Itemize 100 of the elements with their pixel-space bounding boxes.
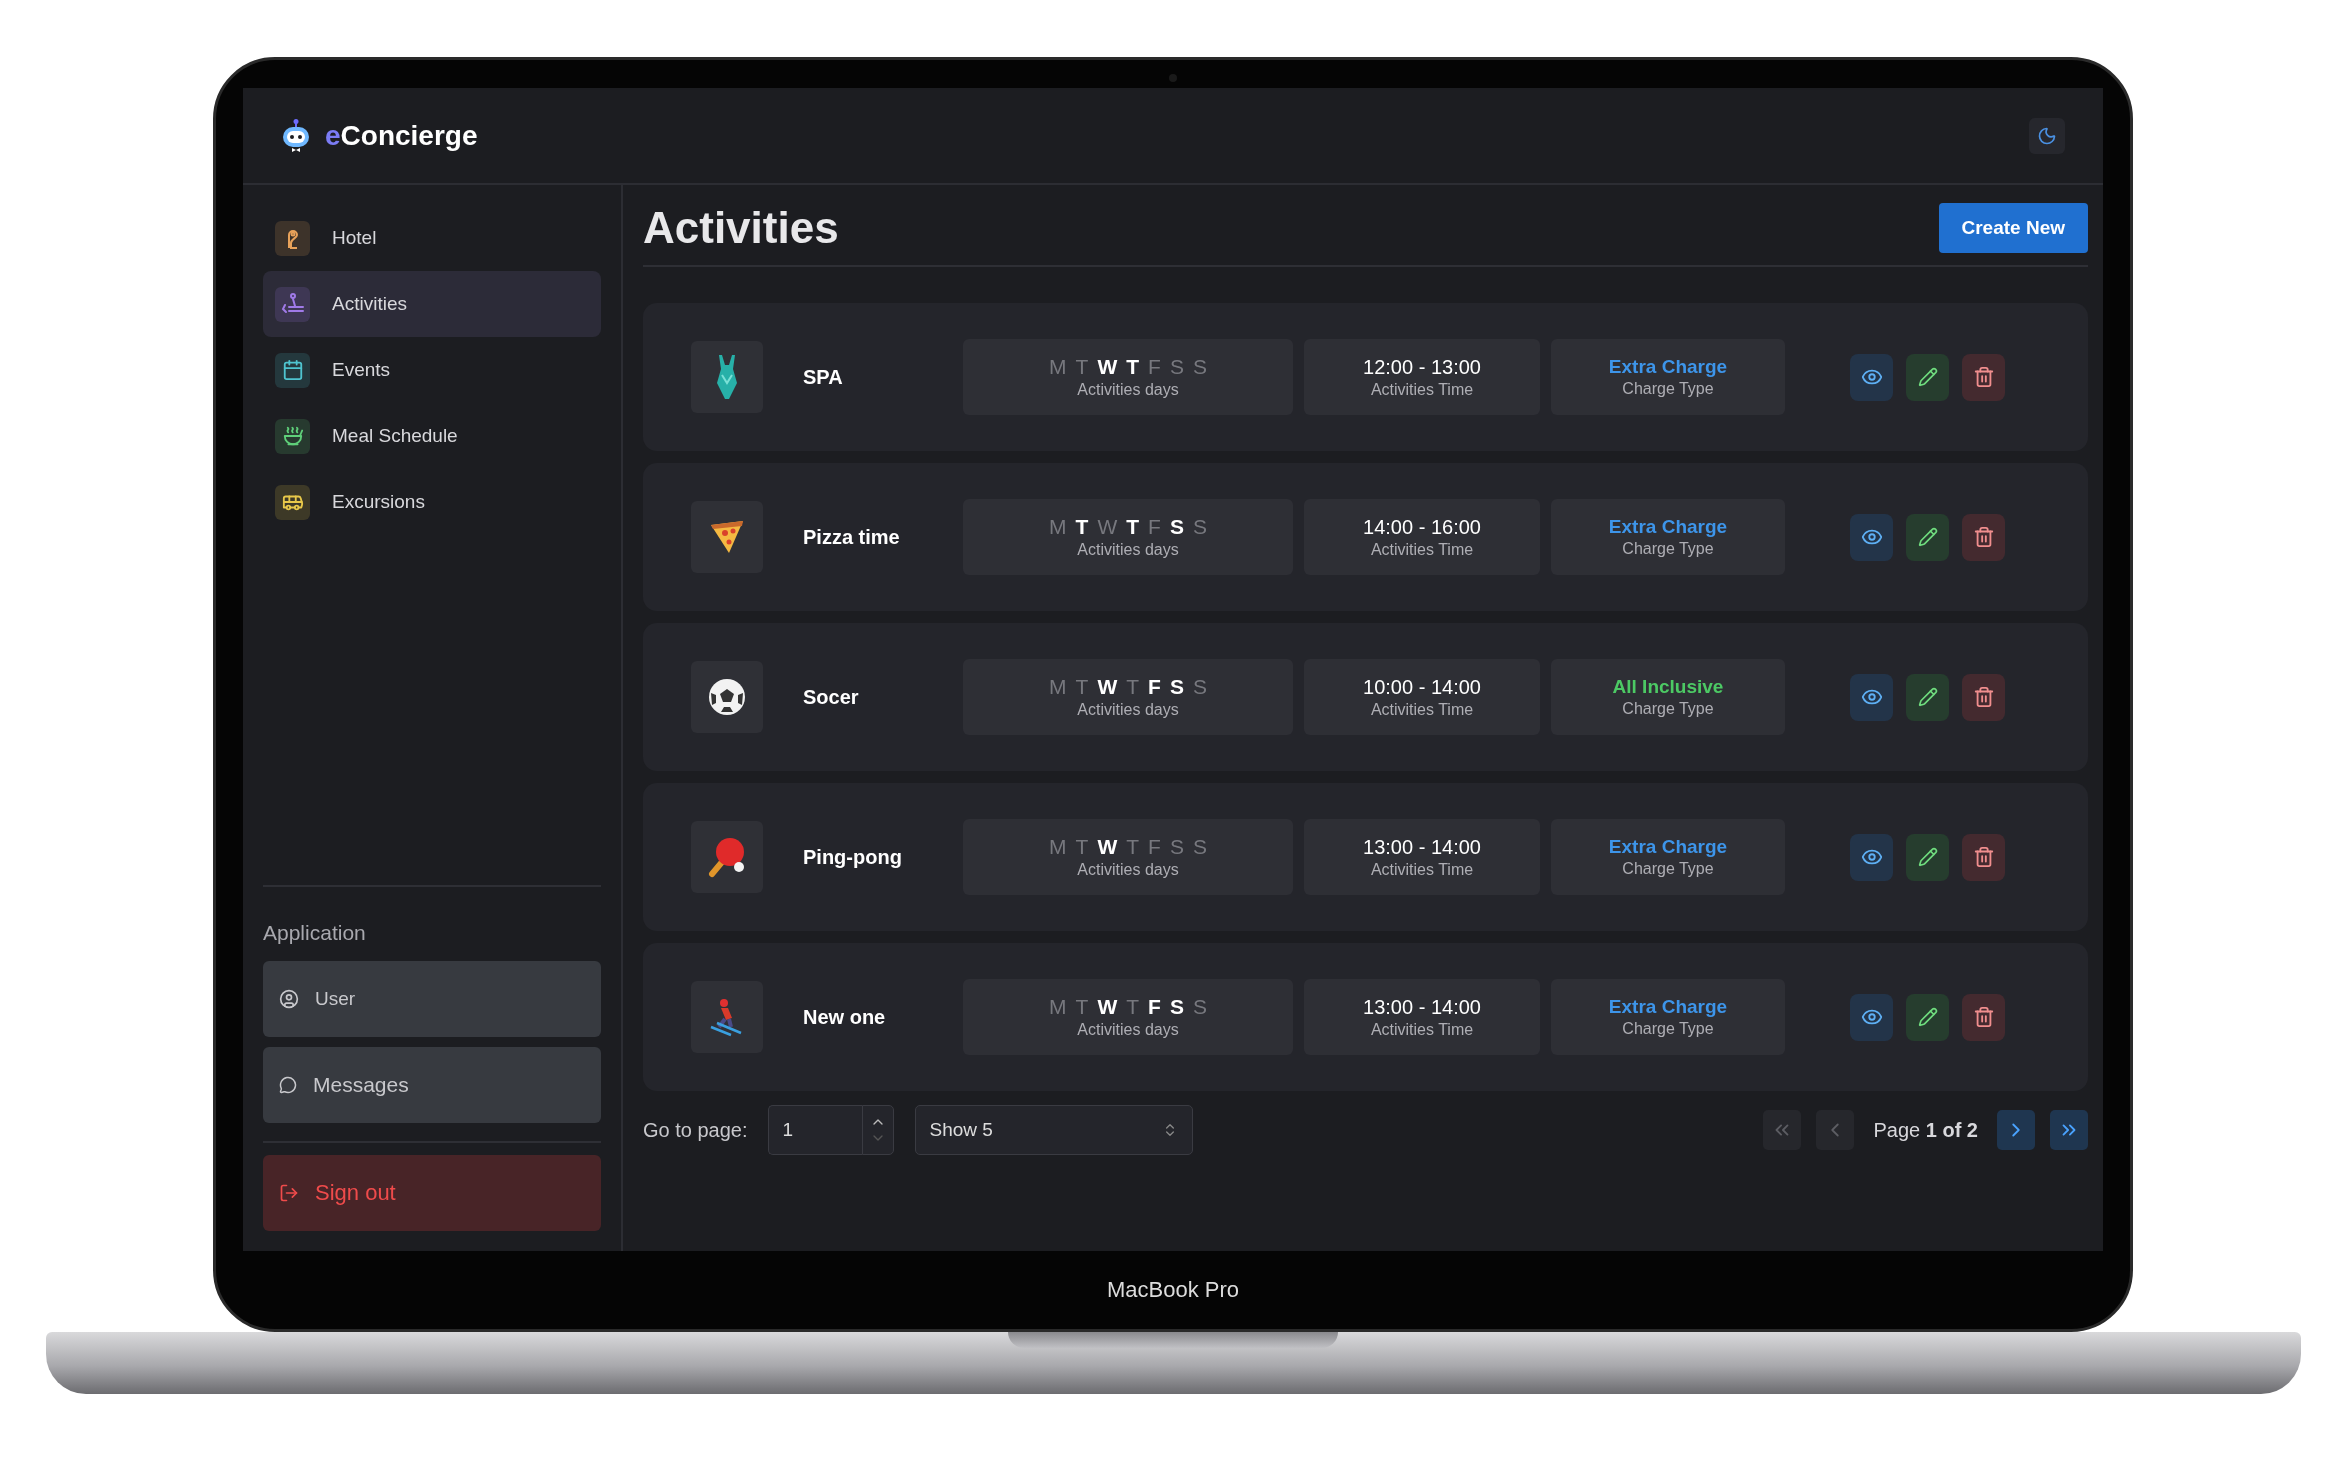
view-button[interactable]	[1850, 673, 1893, 721]
sidebar-item[interactable]: Meal Schedule	[263, 403, 601, 469]
next-page-button[interactable]	[1997, 1110, 2035, 1150]
days-caption: Activities days	[1077, 701, 1179, 719]
sidebar-item[interactable]: Events	[263, 337, 601, 403]
days-caption: Activities days	[1077, 861, 1179, 879]
time-caption: Activities Time	[1370, 860, 1474, 879]
create-new-button[interactable]: Create New	[1938, 203, 2088, 253]
last-page-button[interactable]	[2050, 1110, 2088, 1150]
delete-button[interactable]	[1962, 993, 2005, 1041]
sidebar-item[interactable]: Excursions	[263, 469, 601, 535]
weekday-letter: F	[1148, 835, 1161, 859]
time-range: 10:00 - 14:00	[1363, 675, 1481, 699]
weekday-letter: T	[1075, 515, 1089, 539]
moon-icon	[2037, 125, 2057, 146]
weekday-letter: T	[1075, 835, 1089, 859]
time-caption: Activities Time	[1370, 540, 1474, 559]
weekday-letter: S	[1192, 995, 1207, 1019]
activity-name: New one	[803, 1005, 887, 1029]
weekday-letter: W	[1097, 515, 1118, 539]
weekday-letter: M	[1049, 515, 1067, 539]
trash-icon	[1972, 526, 1995, 548]
days-caption: Activities days	[1077, 541, 1179, 559]
edit-button[interactable]	[1906, 353, 1949, 401]
weekday-letter: S	[1192, 835, 1207, 859]
weekday-letter: S	[1169, 675, 1184, 699]
edit-button[interactable]	[1906, 993, 1949, 1041]
charge-caption: Charge Type	[1622, 700, 1714, 718]
days-caption: Activities days	[1077, 1021, 1179, 1039]
weekday-letter: M	[1049, 355, 1067, 379]
theme-toggle-button[interactable]	[2029, 117, 2065, 154]
charge-type: All Inclusive	[1612, 676, 1724, 698]
view-button[interactable]	[1850, 833, 1893, 881]
activity-name: Ping-pong	[803, 845, 903, 869]
bowl-icon	[281, 425, 304, 447]
view-button[interactable]	[1850, 353, 1893, 401]
soccer-ball-icon	[707, 677, 747, 717]
time-caption: Activities Time	[1370, 700, 1474, 719]
sidebar-item-label: Excursions	[332, 491, 425, 513]
weekday-letter: F	[1148, 995, 1161, 1019]
messages-button[interactable]: Messages	[263, 1047, 601, 1123]
sign-out-icon	[279, 1183, 299, 1203]
swimsuit-icon	[714, 355, 740, 399]
weekday-letter: F	[1148, 355, 1161, 379]
sidebar-item-label: Activities	[332, 293, 407, 315]
edit-button[interactable]	[1906, 673, 1949, 721]
sidebar-item[interactable]: Activities	[263, 271, 601, 337]
page-indicator: Page 1 of 2	[1873, 1118, 1978, 1142]
charge-caption: Charge Type	[1622, 380, 1714, 398]
weekday-letter: T	[1126, 355, 1140, 379]
charge-type: Extra Charge	[1608, 356, 1728, 378]
weekday-letter: M	[1049, 675, 1067, 699]
user-button[interactable]: User	[263, 961, 601, 1037]
trash-icon	[1972, 366, 1995, 388]
charge-type: Extra Charge	[1608, 516, 1728, 538]
charge-caption: Charge Type	[1622, 860, 1714, 878]
weekday-letter: F	[1148, 515, 1161, 539]
weekday-letter: T	[1075, 995, 1089, 1019]
weekday-letter: W	[1097, 835, 1118, 859]
weekday-letter: T	[1126, 835, 1140, 859]
delete-button[interactable]	[1962, 673, 2005, 721]
weekday-letter: W	[1097, 995, 1118, 1019]
go-to-page-label: Go to page:	[643, 1118, 748, 1142]
days-caption: Activities days	[1077, 381, 1179, 399]
section-title: Application	[263, 921, 367, 945]
sidebar-item[interactable]: Hotel	[263, 205, 601, 271]
weekday-letter: S	[1192, 675, 1207, 699]
trash-icon	[1972, 846, 1995, 868]
weekday-letter: S	[1192, 515, 1207, 539]
delete-button[interactable]	[1962, 353, 2005, 401]
calendar-icon	[281, 359, 304, 381]
person-lying-icon	[280, 293, 305, 315]
charge-type: Extra Charge	[1608, 996, 1728, 1018]
edit-button[interactable]	[1906, 833, 1949, 881]
pencil-icon	[1917, 367, 1938, 387]
page-title: Activities	[643, 203, 839, 253]
weekday-letter: T	[1075, 355, 1089, 379]
delete-button[interactable]	[1962, 833, 2005, 881]
page-number-field[interactable]: 1	[767, 1105, 862, 1155]
weekday-letter: M	[1049, 835, 1067, 859]
time-caption: Activities Time	[1370, 380, 1474, 399]
edit-button[interactable]	[1906, 513, 1949, 561]
sign-out-button[interactable]: Sign out	[263, 1155, 601, 1231]
weekday-letter: T	[1126, 675, 1140, 699]
view-button[interactable]	[1850, 993, 1893, 1041]
page-size-select[interactable]: Show 5	[914, 1105, 1193, 1155]
device-label: MacBook Pro	[1106, 1276, 1240, 1304]
weekday-letter: W	[1097, 675, 1118, 699]
sidebar-item-label: Events	[332, 359, 391, 381]
weekday-letter: M	[1049, 995, 1067, 1019]
pencil-icon	[1917, 687, 1938, 707]
view-button[interactable]	[1850, 513, 1893, 561]
delete-button[interactable]	[1962, 513, 2005, 561]
weekday-letter: F	[1148, 675, 1161, 699]
pencil-icon	[1917, 847, 1938, 867]
weekday-letter: S	[1169, 995, 1184, 1019]
chat-bubble-icon	[279, 1076, 297, 1094]
user-icon	[279, 989, 299, 1009]
time-range: 13:00 - 14:00	[1363, 995, 1481, 1019]
activity-name: SPA	[803, 365, 844, 389]
